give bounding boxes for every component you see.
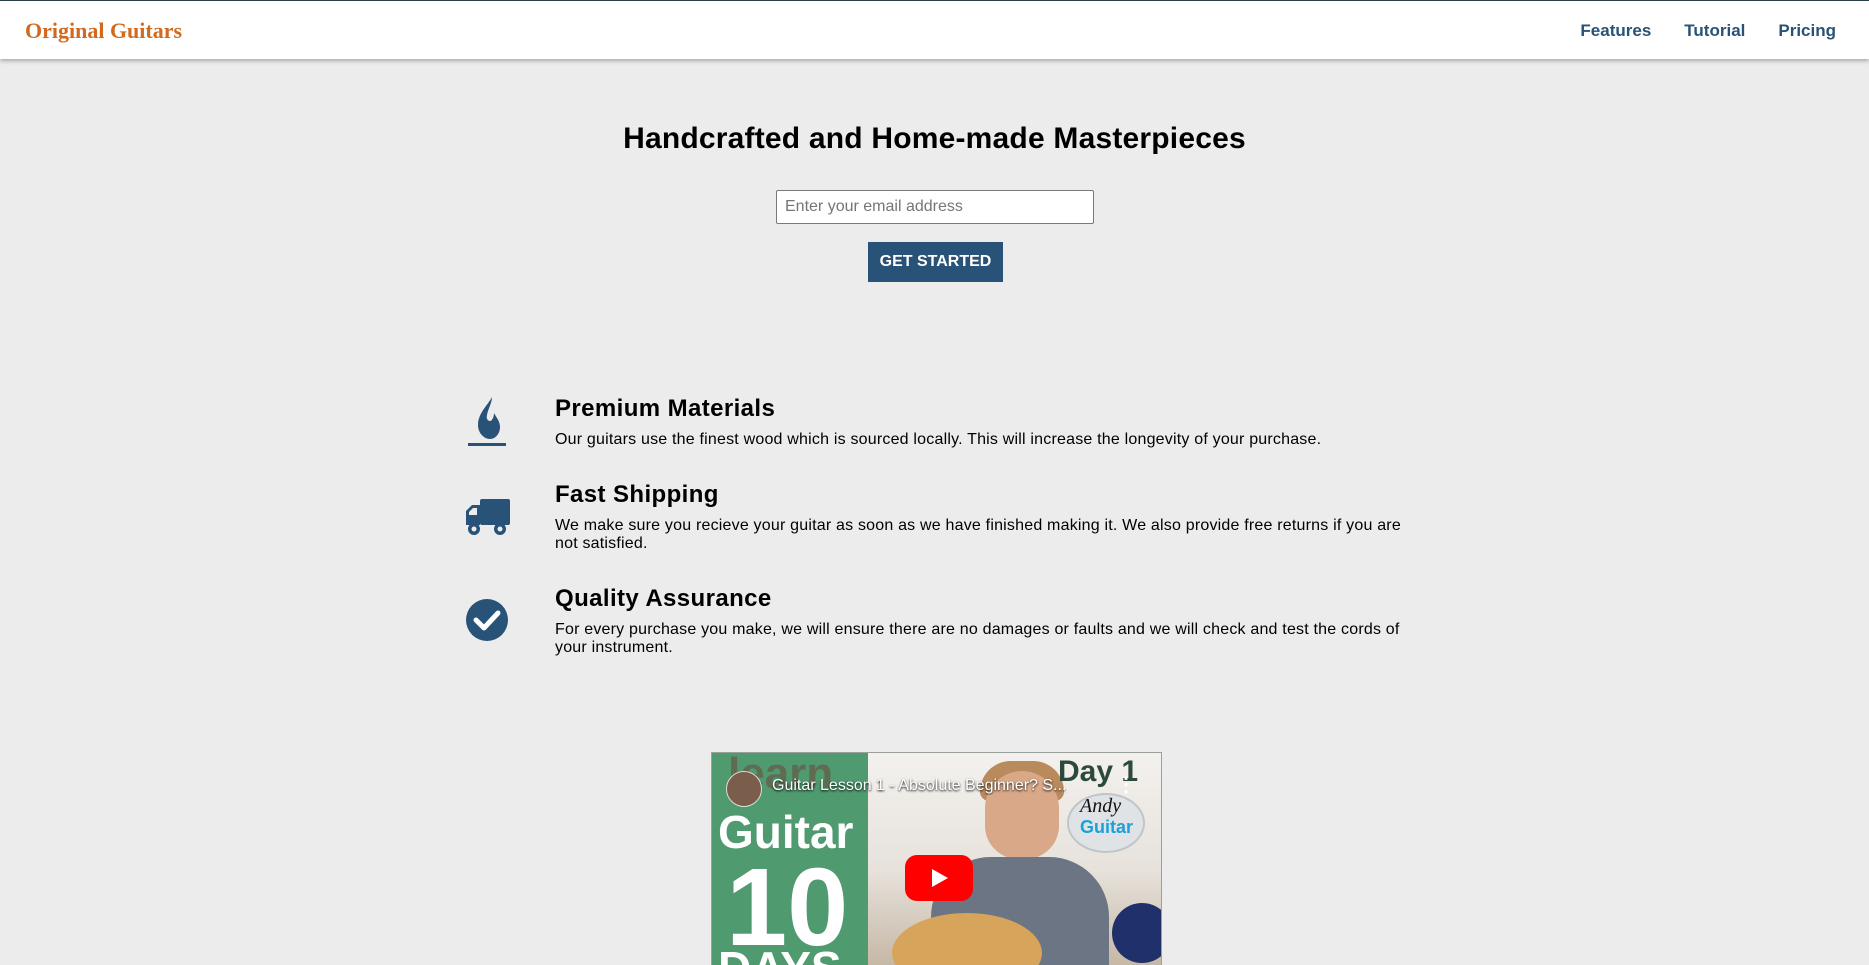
get-started-button[interactable]: GET STARTED	[868, 242, 1003, 282]
feature-text: We make sure you recieve your guitar as …	[555, 517, 1401, 552]
nav-link-features[interactable]: Features	[1580, 21, 1651, 41]
email-input[interactable]	[776, 190, 1094, 224]
navbar: Original Guitars Features Tutorial Prici…	[0, 1, 1869, 59]
feature-fast-shipping: Fast Shipping We make sure you recieve y…	[464, 481, 1424, 553]
tutorial-video[interactable]: learn Guitar 10 DAYS Day 1 Andy Guitar G…	[711, 752, 1162, 965]
feature-text: For every purchase you make, we will ens…	[555, 621, 1400, 656]
youtube-play-icon[interactable]	[905, 855, 973, 901]
video-badge-text: Andy	[1080, 795, 1122, 817]
feature-title: Fast Shipping	[555, 481, 719, 508]
channel-avatar[interactable]	[726, 771, 762, 807]
feature-quality-assurance: Quality Assurance For every purchase you…	[464, 585, 1424, 656]
video-badge-text: Guitar	[1080, 817, 1134, 837]
hero-title: Handcrafted and Home-made Masterpieces	[623, 122, 1246, 155]
nav-link-pricing[interactable]: Pricing	[1778, 21, 1836, 41]
check-circle-icon	[464, 597, 512, 653]
brand-logo[interactable]: Original Guitars	[25, 18, 182, 44]
nav-link-tutorial[interactable]: Tutorial	[1684, 21, 1745, 41]
play-triangle-icon	[932, 869, 948, 887]
feature-premium-materials: Premium Materials Our guitars use the fi…	[464, 395, 1424, 455]
video-title[interactable]: Guitar Lesson 1 - Absolute Beginner? S..…	[772, 777, 1102, 795]
fire-icon	[464, 395, 512, 451]
truck-icon	[464, 497, 512, 553]
feature-title: Quality Assurance	[555, 585, 772, 612]
feature-text: Our guitars use the finest wood which is…	[555, 431, 1322, 448]
nav-links: Features Tutorial Pricing	[1580, 21, 1836, 41]
more-vertical-icon[interactable]: ⋮	[1116, 775, 1136, 797]
video-thumb-text: DAYS	[718, 941, 842, 965]
feature-title: Premium Materials	[555, 395, 776, 422]
